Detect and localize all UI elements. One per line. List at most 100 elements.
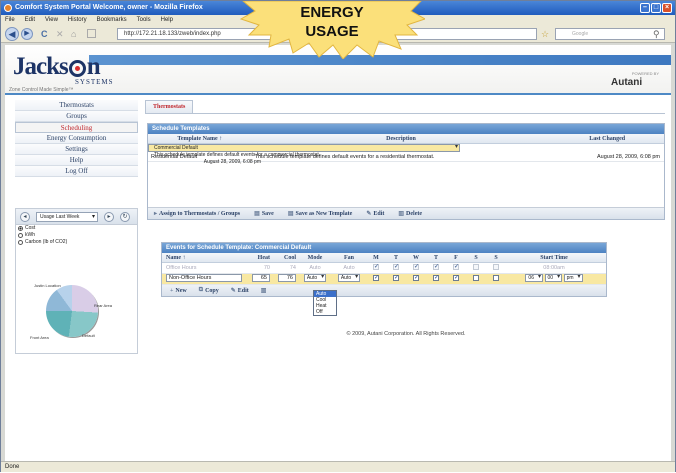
template-name: Commercial Default — [154, 145, 198, 151]
col-thu: T — [433, 255, 438, 261]
edit-button[interactable]: ✎ Edit — [366, 210, 384, 218]
usage-range-select[interactable]: Usage Last Week — [36, 212, 98, 222]
day-checkbox[interactable] — [373, 273, 379, 284]
save-button[interactable]: ▤ Save — [254, 210, 274, 218]
usage-toolbar: ◂ Usage Last Week ▸ ↻ — [16, 209, 137, 225]
hour-select[interactable]: 06 — [525, 274, 543, 283]
menu-help[interactable]: Help — [161, 15, 173, 25]
radio-carbon[interactable] — [18, 240, 23, 245]
day-checkbox[interactable] — [453, 262, 459, 273]
close-button[interactable]: × — [662, 3, 672, 13]
search-icon[interactable]: ⚲ — [653, 29, 660, 39]
day-checkbox[interactable] — [493, 264, 499, 271]
reload-icon[interactable]: C — [41, 29, 48, 39]
day-checkbox[interactable] — [473, 264, 479, 271]
sidebar-item-settings[interactable]: Settings — [15, 144, 138, 155]
col-sun: S — [494, 255, 498, 261]
logo-systems: SYSTEMS — [75, 78, 114, 86]
fan-select[interactable]: Auto — [337, 274, 361, 283]
back-button[interactable]: ◀ — [5, 27, 19, 41]
col-event-name[interactable]: Name ↑ — [162, 253, 246, 262]
mode-option-off[interactable]: Off — [314, 309, 336, 315]
table-row[interactable]: Commercial Default This schedule templat… — [148, 144, 460, 165]
tab-strip: Thermostats — [145, 100, 665, 114]
event-heat: 70 — [263, 264, 270, 271]
day-checkbox[interactable] — [413, 262, 419, 273]
burst-line-1: ENERGY — [300, 4, 363, 21]
assign-button[interactable]: ▸ Assign to Thermostats / Groups — [154, 210, 240, 218]
menu-view[interactable]: View — [45, 15, 58, 25]
edit-event-button[interactable]: ✎ Edit — [231, 287, 249, 295]
mode-select[interactable]: Auto — [303, 274, 327, 283]
menu-file[interactable]: File — [5, 15, 15, 25]
search-input[interactable]: Google — [555, 28, 665, 40]
sidebar-item-log-off[interactable]: Log Off — [15, 166, 138, 177]
menu-tools[interactable]: Tools — [137, 15, 151, 25]
col-description[interactable]: Description — [252, 134, 551, 143]
usage-refresh-button[interactable]: ↻ — [120, 212, 130, 222]
heat-stepper[interactable]: 65 — [252, 274, 270, 283]
radio-cost[interactable] — [18, 226, 23, 231]
logo-o-icon — [68, 59, 86, 77]
delete-event-button[interactable]: ▥ — [261, 287, 267, 294]
forward-button[interactable]: ▶ — [21, 28, 33, 40]
home-icon[interactable]: ⌂ — [71, 29, 76, 39]
day-checkbox[interactable] — [433, 273, 439, 284]
col-last-changed[interactable]: Last Changed — [550, 134, 664, 143]
col-tue: T — [393, 255, 398, 261]
cool-stepper[interactable]: 76 — [278, 274, 296, 283]
menu-edit[interactable]: Edit — [25, 15, 35, 25]
usage-option-kwh[interactable]: kWh — [16, 232, 137, 239]
menu-bookmarks[interactable]: Bookmarks — [97, 15, 127, 25]
ampm-select[interactable]: pm — [563, 274, 583, 283]
energy-usage-burst: ENERGY USAGE — [239, 1, 425, 59]
search-placeholder: Google — [572, 31, 589, 37]
maximize-button[interactable]: □ — [651, 3, 661, 13]
day-checkbox[interactable] — [373, 262, 379, 273]
day-checkbox[interactable] — [453, 273, 459, 284]
new-event-button[interactable]: + New — [170, 288, 187, 294]
col-cool[interactable]: Cool — [272, 253, 298, 262]
event-name-field[interactable]: Non-Office Hours — [166, 274, 242, 283]
tab-thermostats[interactable]: Thermostats — [145, 100, 194, 113]
sidebar-item-groups[interactable]: Groups — [15, 111, 138, 122]
minute-select[interactable]: 00 — [544, 274, 563, 283]
minimize-button[interactable]: – — [640, 3, 650, 13]
usage-next-button[interactable]: ▸ — [104, 212, 114, 222]
event-start-time: 08:00am — [543, 264, 565, 271]
radio-kwh[interactable] — [18, 233, 23, 238]
save-as-new-button[interactable]: ▤ Save as New Template — [288, 210, 353, 218]
day-checkbox[interactable] — [393, 262, 399, 273]
col-heat[interactable]: Heat — [246, 253, 272, 262]
sidebar-item-help[interactable]: Help — [15, 155, 138, 166]
col-fan[interactable]: Fan — [332, 253, 366, 262]
sidebar-item-energy-consumption[interactable]: Energy Consumption — [15, 133, 138, 144]
col-start-time[interactable]: Start Time — [506, 253, 602, 262]
table-row-editing[interactable]: Non-Office Hours 65 76 Auto Auto 06 00 p… — [162, 273, 606, 285]
bookmark-star-icon[interactable]: ☆ — [541, 29, 549, 39]
col-fri: F — [454, 255, 458, 261]
autani-logo: Autani — [611, 77, 643, 88]
day-checkbox[interactable] — [473, 275, 479, 282]
usage-option-carbon[interactable]: Carbon (lb of CO2) — [16, 239, 137, 246]
sidebar-item-thermostats[interactable]: Thermostats — [15, 100, 138, 111]
copyright-text: © 2009, Autani Corporation. All Rights R… — [346, 331, 466, 337]
day-checkbox[interactable] — [433, 262, 439, 273]
day-checkbox[interactable] — [413, 273, 419, 284]
usage-prev-button[interactable]: ◂ — [20, 212, 30, 222]
menu-history[interactable]: History — [68, 15, 87, 25]
day-checkbox[interactable] — [393, 273, 399, 284]
copy-event-button[interactable]: ⧉ Copy — [199, 287, 219, 294]
table-row[interactable]: Office Hours 70 74 Auto Auto 08:00am — [162, 262, 606, 274]
col-template-name[interactable]: Template Name ↑ — [148, 134, 252, 143]
event-mode: Auto — [309, 264, 321, 271]
delete-button[interactable]: ▥ Delete — [398, 210, 422, 218]
sidebar-item-scheduling[interactable]: Scheduling — [15, 122, 138, 133]
template-description: This schedule template defines default e… — [154, 152, 321, 158]
template-last-changed: August 28, 2009, 6:08 pm — [203, 159, 261, 165]
stop-icon[interactable]: ✕ — [56, 29, 64, 39]
copy-icon: ⧉ — [198, 287, 204, 293]
day-checkbox[interactable] — [493, 275, 499, 282]
col-mode[interactable]: Mode — [298, 253, 332, 262]
usage-option-cost[interactable]: Cost — [16, 225, 137, 232]
